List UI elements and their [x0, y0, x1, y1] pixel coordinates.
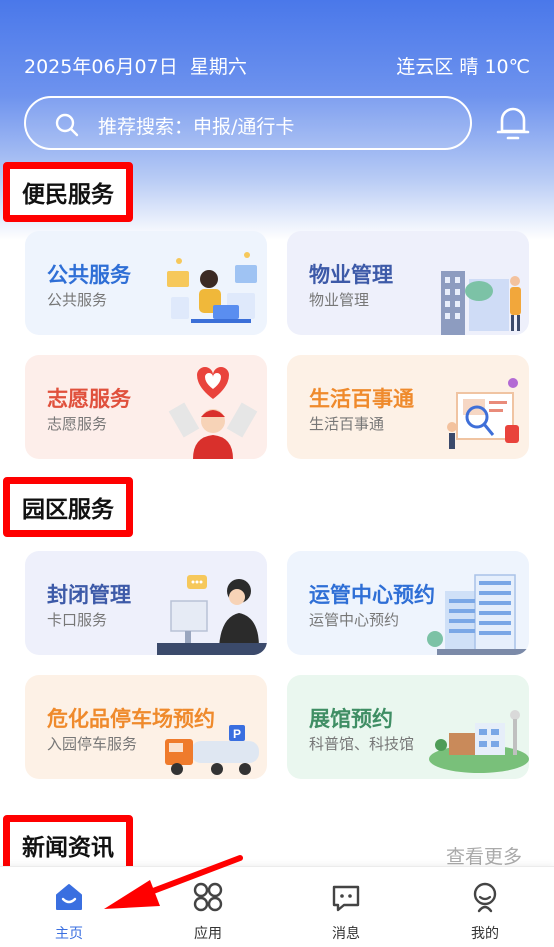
bell-icon[interactable] [496, 104, 530, 142]
card-exhibition-booking[interactable]: 展馆预约 科普馆、科技馆 [287, 675, 529, 779]
svg-text:P: P [233, 727, 241, 741]
search-placeholder: 推荐搜索：申报/通行卡 [98, 116, 295, 138]
card-title: 展馆预约 [309, 707, 393, 731]
search-bar[interactable]: 推荐搜索：申报/通行卡 [24, 96, 472, 150]
public-service-illustration-icon [167, 252, 257, 323]
card-hazmat-parking-booking[interactable]: 危化品停车场预约 入园停车服务 P [25, 675, 267, 779]
home-icon [56, 884, 82, 910]
section-title-convenience: 便民服务 [3, 162, 133, 222]
volunteer-illustration-icon [168, 367, 258, 459]
message-icon [332, 885, 360, 912]
card-public-service[interactable]: 公共服务 公共服务 [25, 231, 267, 335]
card-subtitle: 入园停车服务 [47, 735, 138, 753]
card-property-management[interactable]: 物业管理 物业管理 [287, 231, 529, 335]
life-guide-illustration-icon [447, 378, 519, 449]
card-title: 封闭管理 [47, 583, 131, 607]
search-icon [55, 113, 79, 137]
card-subtitle: 生活百事通 [309, 415, 385, 433]
exhibition-hall-icon [429, 710, 529, 773]
card-subtitle: 运管中心预约 [309, 611, 400, 629]
card-title: 生活百事通 [309, 387, 414, 411]
card-life-guide[interactable]: 生活百事通 生活百事通 [287, 355, 529, 459]
card-title: 公共服务 [47, 263, 131, 287]
card-volunteer-service[interactable]: 志愿服务 志愿服务 [25, 355, 267, 459]
tab-label: 消息 [332, 926, 360, 942]
tab-home[interactable]: 主页 [0, 867, 138, 947]
property-management-illustration-icon [441, 271, 521, 335]
ops-center-building-icon [427, 574, 529, 655]
tab-label: 主页 [55, 926, 83, 942]
tab-messages[interactable]: 消息 [277, 867, 415, 947]
card-title: 物业管理 [309, 263, 393, 287]
tab-label: 应用 [194, 926, 222, 942]
card-closed-management[interactable]: 封闭管理 卡口服务 [25, 551, 267, 655]
weather-display: 连云区 晴 10℃ [396, 56, 530, 78]
date-text: 2025年06月07日 [24, 56, 178, 78]
card-title: 志愿服务 [47, 387, 131, 411]
card-subtitle: 卡口服务 [47, 611, 108, 629]
profile-icon [473, 882, 497, 913]
card-subtitle: 志愿服务 [47, 415, 108, 433]
date-display: 2025年06月07日 星期六 [24, 52, 247, 79]
card-title: 运管中心预约 [309, 583, 435, 607]
card-ops-center-booking[interactable]: 运管中心预约 运管中心预约 [287, 551, 529, 655]
card-subtitle: 物业管理 [309, 291, 370, 309]
card-subtitle: 公共服务 [47, 291, 108, 309]
view-more-link[interactable]: 查看更多 [446, 842, 522, 869]
apps-icon [193, 882, 223, 912]
section-title-park: 园区服务 [3, 477, 133, 537]
tanker-truck-icon: P [165, 725, 259, 775]
tab-label: 我的 [471, 926, 499, 942]
card-subtitle: 科普馆、科技馆 [309, 735, 415, 753]
tab-profile[interactable]: 我的 [416, 867, 554, 947]
checkpoint-illustration-icon [157, 575, 267, 655]
weekday-text: 星期六 [189, 56, 247, 78]
tab-apps[interactable]: 应用 [139, 867, 277, 947]
bottom-tab-bar: 主页 应用 消息 我的 [0, 866, 554, 947]
